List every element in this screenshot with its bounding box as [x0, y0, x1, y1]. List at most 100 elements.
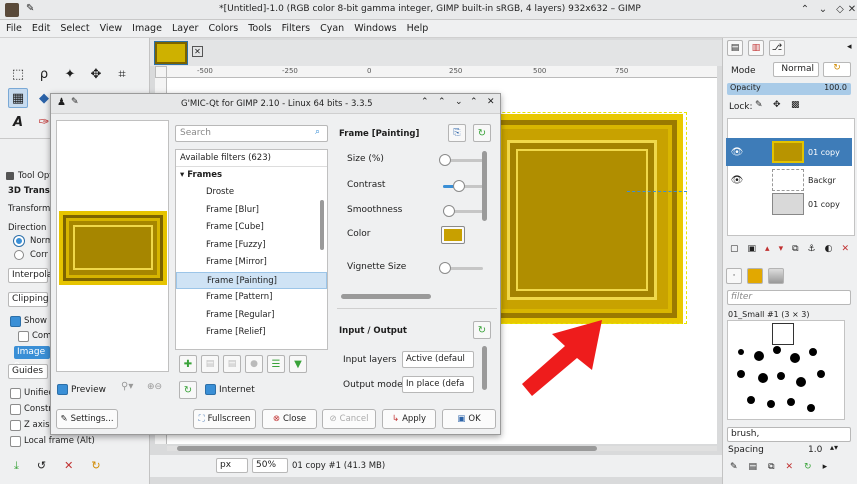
menu-image[interactable]: Image [132, 23, 162, 34]
ok-button[interactable]: ▣ OK [442, 409, 496, 429]
duplicate-brush-icon[interactable]: ⧉ [768, 462, 774, 472]
tab-patterns[interactable] [747, 268, 763, 284]
reset-params-icon[interactable]: ↻ [473, 124, 491, 142]
reset-options-icon[interactable]: ↻ [91, 459, 100, 473]
fullscreen-button[interactable]: ⛶ Fullscreen [193, 409, 256, 429]
io-reset-icon[interactable]: ↻ [473, 321, 491, 339]
filter-item[interactable]: Frame [Blur] [176, 202, 327, 220]
lock-position-icon[interactable]: ✥ [773, 100, 781, 110]
restore-options-icon[interactable]: ↺ [37, 459, 46, 473]
io-scrollbar[interactable] [482, 346, 487, 390]
tab-channels[interactable]: ▥ [748, 40, 764, 56]
clipping-dropdown[interactable]: Clipping [8, 292, 49, 307]
tab-brushes[interactable]: · [726, 268, 742, 284]
filter-item[interactable]: Frame [Relief] [176, 324, 327, 342]
minimize-button[interactable]: ⌄ [816, 3, 830, 17]
filter-tree-scrollbar[interactable] [320, 200, 324, 250]
fuzzy-select-icon[interactable]: ✦ [60, 64, 80, 84]
close-button[interactable]: ⊗ Close [262, 409, 317, 429]
open-brush-icon[interactable]: ▸ [823, 462, 828, 472]
constrain-checkbox[interactable] [10, 404, 21, 415]
slider-knob[interactable] [439, 262, 451, 274]
transform-3d-icon[interactable]: ▦ [8, 88, 28, 108]
lock-pixels-icon[interactable]: ✎ [755, 100, 763, 110]
brush-filter-input[interactable]: filter [727, 290, 851, 305]
composite-checkbox[interactable] [18, 331, 29, 342]
new-brush-icon[interactable]: ▤ [749, 462, 758, 472]
mode-dropdown[interactable]: Normal [773, 62, 819, 77]
spacing-stepper[interactable]: ▴▾ [830, 443, 850, 456]
params-scrollbar[interactable] [482, 151, 487, 221]
brush-tag-input[interactable]: brush, [727, 427, 851, 442]
filter-item[interactable]: Frame [Pattern] [176, 289, 327, 307]
delete-layer-icon[interactable]: ✕ [841, 244, 849, 254]
direction-corrective-radio[interactable] [14, 250, 24, 260]
anchor-layer-icon[interactable]: ⚓ [808, 244, 816, 254]
slider-knob[interactable] [443, 205, 455, 217]
duplicate-layer-icon[interactable]: ⧉ [792, 244, 798, 254]
close-tab-icon[interactable]: ✕ [192, 46, 203, 57]
gmic-collapse-icon[interactable]: ⌃ [438, 97, 446, 107]
menu-cyan[interactable]: Cyan [320, 23, 344, 34]
select-all-icon[interactable]: ☰ [267, 355, 285, 373]
unit-dropdown[interactable]: px [216, 458, 248, 473]
filter-search-input[interactable]: Search [175, 125, 328, 142]
image-tab-thumbnail[interactable] [154, 41, 188, 65]
zoom-dropdown[interactable]: 50% [252, 458, 288, 473]
crop-icon[interactable]: ⌗ [112, 64, 132, 84]
menu-filters[interactable]: Filters [282, 23, 310, 34]
menu-colors[interactable]: Colors [208, 23, 238, 34]
visibility-icon[interactable]: ● [245, 355, 263, 373]
lock-alpha-icon[interactable]: ▩ [791, 100, 800, 110]
zoom-preview-icons[interactable]: ⊕⊖ [147, 382, 162, 392]
tab-gradients[interactable] [768, 268, 784, 284]
visibility-eye-icon[interactable]: 👁 [726, 147, 748, 158]
guides-dropdown[interactable]: Guides [8, 364, 48, 379]
layer-row[interactable]: 01 copy [726, 190, 852, 218]
new-group-icon[interactable]: ▣ [748, 244, 757, 254]
filter-item[interactable]: Frame [Regular] [176, 307, 327, 325]
text-tool-icon[interactable]: A [8, 112, 28, 132]
gmic-pin-icon[interactable]: ✎ [71, 97, 79, 107]
slider-knob[interactable] [439, 154, 451, 166]
copy-command-icon[interactable]: ⎘ [448, 124, 466, 142]
visibility-eye-icon[interactable]: 👁 [726, 175, 748, 186]
local-frame-checkbox[interactable] [10, 436, 21, 447]
filter-item[interactable]: Droste [176, 184, 327, 202]
interpolation-dropdown[interactable]: Interpola [8, 268, 52, 283]
settings-button[interactable]: ✎ Settings... [56, 409, 118, 429]
raise-layer-icon[interactable]: ▴ [765, 244, 770, 254]
filter-item[interactable]: Frame [Fuzzy] [176, 237, 327, 255]
menu-edit[interactable]: Edit [32, 23, 50, 34]
menu-tools[interactable]: Tools [248, 23, 271, 34]
new-layer-icon[interactable]: ▢ [730, 244, 739, 254]
param-slider[interactable] [439, 262, 483, 274]
close-window-button[interactable]: ✕ [847, 3, 857, 17]
delete-options-icon[interactable]: ✕ [64, 459, 73, 473]
menu-view[interactable]: View [100, 23, 123, 34]
expand-all-icon[interactable]: ▼ [289, 355, 307, 373]
layer-row[interactable]: 👁 01 copy [726, 138, 852, 166]
gmic-minimize-icon[interactable]: ⌄ [455, 97, 463, 107]
rect-select-icon[interactable]: ⬚ [8, 64, 28, 84]
add-fave-icon[interactable]: ✚ [179, 355, 197, 373]
update-filters-icon[interactable]: ↻ [179, 381, 197, 399]
input-layers-dropdown[interactable]: Active (defaul [402, 351, 474, 368]
selected-brush-cell[interactable] [772, 323, 794, 345]
preview-checkbox[interactable] [57, 384, 68, 395]
tab-layers[interactable]: ▤ [727, 40, 743, 56]
maximize-button[interactable]: ◇ [833, 3, 847, 17]
lower-layer-icon[interactable]: ▾ [779, 244, 784, 254]
param-slider[interactable] [443, 180, 483, 192]
dock-menu-icon[interactable]: ◂ [847, 42, 852, 52]
direction-normal-radio[interactable] [14, 236, 24, 246]
search-icon[interactable]: ⌕ [315, 127, 320, 137]
filter-item-selected[interactable]: Frame [Painting] [176, 271, 327, 289]
rename-fave-icon[interactable]: ▤ [223, 355, 241, 373]
save-options-icon[interactable]: ⤓ [14, 459, 19, 473]
tab-paths[interactable]: ⎇ [769, 40, 785, 56]
filter-item[interactable]: Frame [Cube] [176, 219, 327, 237]
unified-checkbox[interactable] [10, 388, 21, 399]
slider-knob[interactable] [453, 180, 465, 192]
color-swatch[interactable] [441, 226, 465, 244]
